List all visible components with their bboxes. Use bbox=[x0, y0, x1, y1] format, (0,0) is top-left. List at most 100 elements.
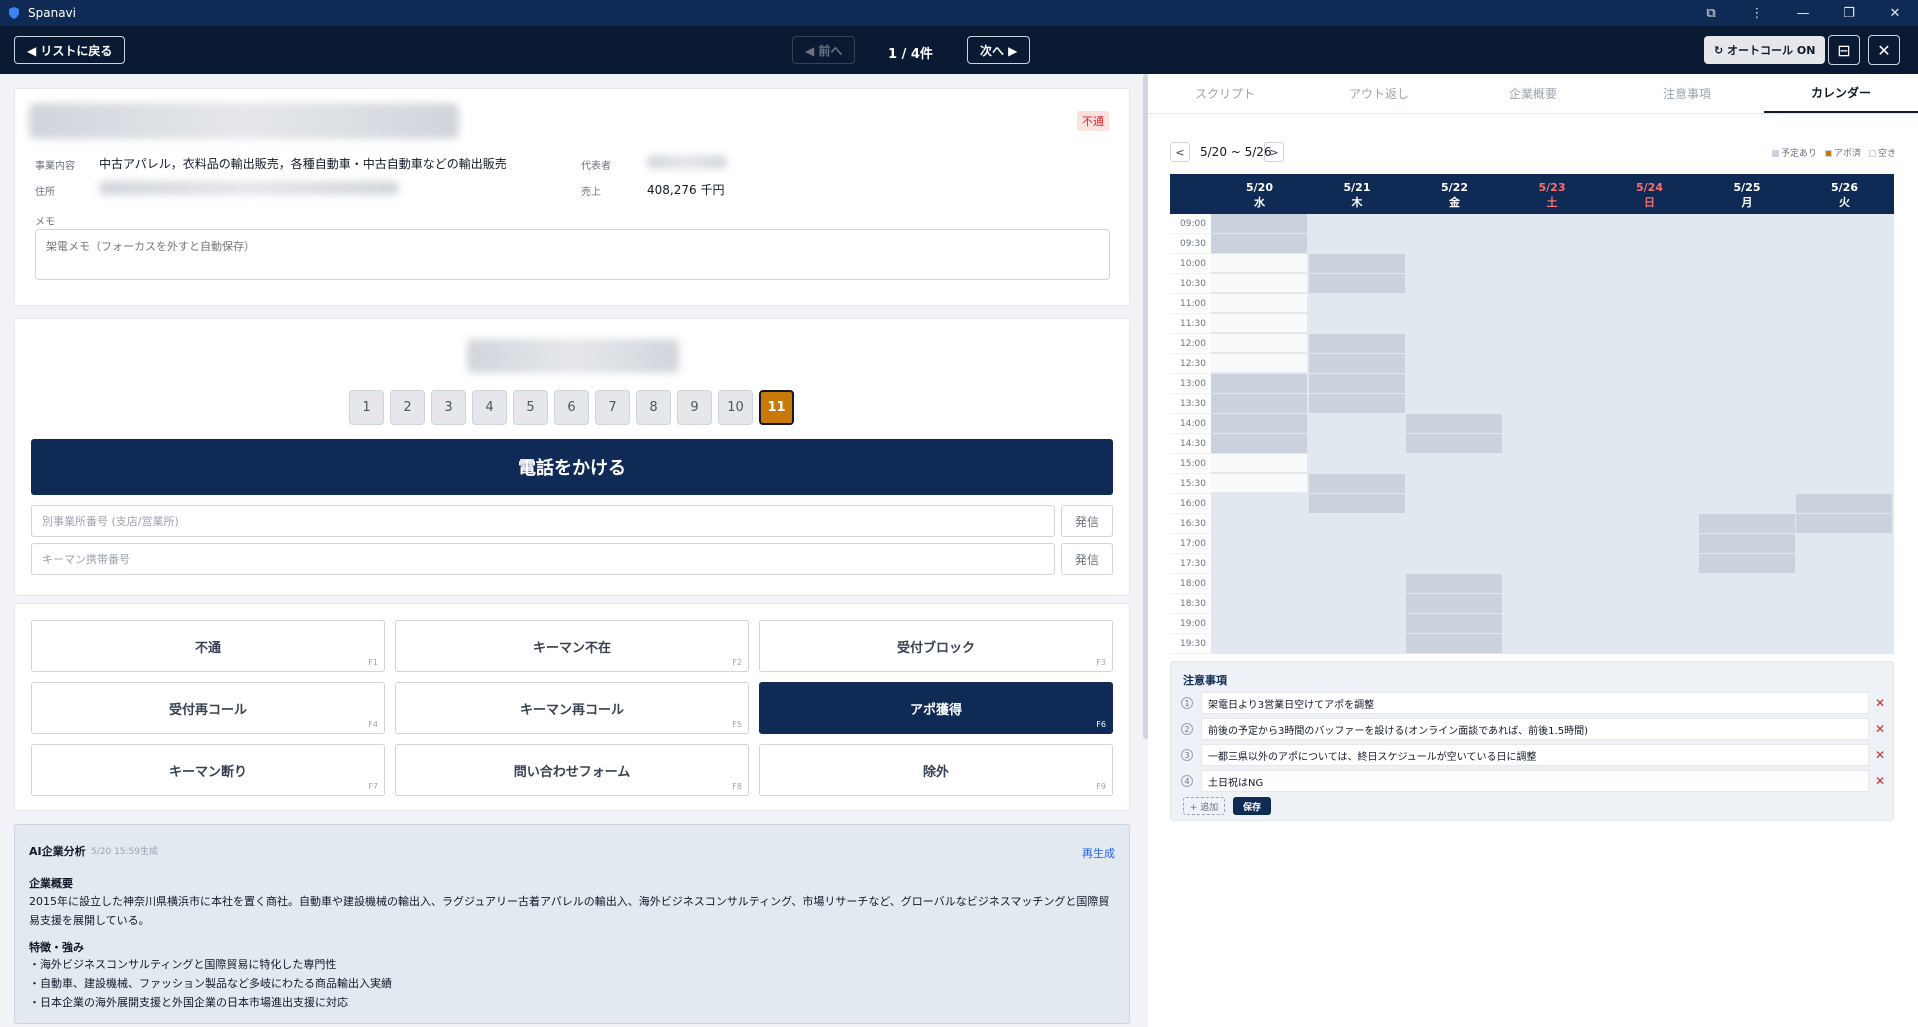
busy-slot[interactable] bbox=[1406, 614, 1502, 633]
busy-slot[interactable] bbox=[1698, 554, 1795, 573]
number-button-4[interactable]: 4 bbox=[472, 390, 507, 425]
busy-slot[interactable] bbox=[1796, 514, 1892, 533]
prev-button[interactable]: ◀ 前へ bbox=[792, 36, 856, 64]
free-slot[interactable] bbox=[1211, 334, 1307, 353]
busy-slot[interactable] bbox=[1406, 414, 1502, 433]
busy-slot[interactable] bbox=[1406, 634, 1502, 653]
result-button[interactable]: 受付ブロック F3 bbox=[759, 620, 1113, 672]
busy-slot[interactable] bbox=[1211, 374, 1307, 393]
number-button-9[interactable]: 9 bbox=[677, 390, 712, 425]
busy-slot[interactable] bbox=[1698, 514, 1795, 533]
extension-icon[interactable]: ⧉ bbox=[1688, 0, 1734, 26]
result-button[interactable]: アポ獲得 F6 bbox=[759, 682, 1113, 734]
prev-week-button[interactable]: < bbox=[1170, 142, 1190, 162]
back-to-list-button[interactable]: ◀ リストに戻る bbox=[14, 36, 126, 64]
note-text-field[interactable]: 土日祝はNG bbox=[1201, 770, 1869, 792]
save-notes-button[interactable]: 保存 bbox=[1233, 797, 1271, 815]
restore-button[interactable]: ❐ bbox=[1826, 0, 1872, 26]
delete-note-icon[interactable]: ✕ bbox=[1869, 748, 1885, 762]
number-button-5[interactable]: 5 bbox=[513, 390, 548, 425]
keyman-phone-input[interactable]: キーマン携帯番号 bbox=[31, 543, 1055, 575]
result-button[interactable]: キーマン再コール F5 bbox=[395, 682, 749, 734]
split-layout-icon[interactable]: ⊟ bbox=[1828, 35, 1860, 65]
memo-field[interactable] bbox=[35, 229, 1110, 280]
number-button-1[interactable]: 1 bbox=[349, 390, 384, 425]
delete-note-icon[interactable]: ✕ bbox=[1869, 696, 1885, 710]
tab-3[interactable]: 企業概要 bbox=[1456, 74, 1610, 113]
result-button[interactable]: 除外 F9 bbox=[759, 744, 1113, 796]
day-date: 5/26 bbox=[1831, 181, 1858, 194]
busy-slot[interactable] bbox=[1308, 394, 1405, 413]
result-button[interactable]: キーマン断り F7 bbox=[31, 744, 385, 796]
result-button[interactable]: 不通 F1 bbox=[31, 620, 385, 672]
keyman-dial-button[interactable]: 発信 bbox=[1061, 543, 1113, 575]
add-note-button[interactable]: + 追加 bbox=[1183, 797, 1225, 815]
day-weekday: 水 bbox=[1254, 196, 1265, 209]
note-text-field[interactable]: 一都三県以外のアポについては、終日スケジュールが空いている日に調整 bbox=[1201, 744, 1869, 766]
branch-phone-input[interactable]: 別事業所番号 (支店/営業所) bbox=[31, 505, 1055, 537]
free-slot[interactable] bbox=[1211, 274, 1307, 293]
branch-dial-button[interactable]: 発信 bbox=[1061, 505, 1113, 537]
legend-item: 予定あり bbox=[1771, 146, 1817, 159]
delete-note-icon[interactable]: ✕ bbox=[1869, 774, 1885, 788]
free-slot[interactable] bbox=[1211, 294, 1307, 313]
busy-slot[interactable] bbox=[1308, 494, 1405, 513]
free-slot[interactable] bbox=[1211, 474, 1307, 493]
busy-slot[interactable] bbox=[1308, 254, 1405, 273]
legend-label: 空き bbox=[1877, 149, 1896, 159]
note-text-field[interactable]: 架電日より3営業日空けてアポを調整 bbox=[1201, 692, 1869, 714]
busy-slot[interactable] bbox=[1698, 534, 1795, 553]
address-redacted bbox=[99, 181, 399, 195]
busy-slot[interactable] bbox=[1211, 434, 1307, 453]
busy-slot[interactable] bbox=[1308, 274, 1405, 293]
number-button-8[interactable]: 8 bbox=[636, 390, 671, 425]
free-slot[interactable] bbox=[1211, 314, 1307, 333]
minimize-button[interactable]: — bbox=[1780, 0, 1826, 26]
busy-slot[interactable] bbox=[1308, 374, 1405, 393]
delete-note-icon[interactable]: ✕ bbox=[1869, 722, 1885, 736]
tab-4[interactable]: 注意事項 bbox=[1610, 74, 1764, 113]
busy-slot[interactable] bbox=[1308, 334, 1405, 353]
close-icon[interactable]: ✕ bbox=[1868, 35, 1900, 65]
busy-slot[interactable] bbox=[1406, 574, 1502, 593]
result-button[interactable]: 受付再コール F4 bbox=[31, 682, 385, 734]
note-text-field[interactable]: 前後の予定から3時間のバッファーを設ける(オンライン面談であれば、前後1.5時間… bbox=[1201, 718, 1869, 740]
number-button-2[interactable]: 2 bbox=[390, 390, 425, 425]
call-button[interactable]: 電話をかける bbox=[31, 439, 1113, 495]
number-button-11[interactable]: 11 bbox=[759, 390, 794, 425]
number-button-6[interactable]: 6 bbox=[554, 390, 589, 425]
busy-slot[interactable] bbox=[1796, 494, 1892, 513]
busy-slot[interactable] bbox=[1211, 394, 1307, 413]
tab-2[interactable]: アウト返し bbox=[1302, 74, 1456, 113]
day-weekday: 月 bbox=[1741, 196, 1753, 209]
regenerate-link[interactable]: 再生成 bbox=[1082, 845, 1115, 861]
busy-slot[interactable] bbox=[1211, 214, 1307, 233]
next-button[interactable]: 次へ ▶ bbox=[967, 36, 1031, 64]
record-counter: 1 / 4件 bbox=[888, 47, 933, 62]
sales-label: 売上 bbox=[581, 187, 601, 198]
tab-1[interactable]: スクリプト bbox=[1148, 74, 1302, 113]
window-close-button[interactable]: ✕ bbox=[1872, 0, 1918, 26]
day-date: 5/25 bbox=[1733, 181, 1761, 194]
number-button-3[interactable]: 3 bbox=[431, 390, 466, 425]
busy-slot[interactable] bbox=[1211, 414, 1307, 433]
day-header: 5/25 月 bbox=[1699, 174, 1796, 214]
free-slot[interactable] bbox=[1211, 354, 1307, 373]
busy-slot[interactable] bbox=[1308, 354, 1405, 373]
more-menu-icon[interactable]: ⋮ bbox=[1734, 0, 1780, 26]
busy-slot[interactable] bbox=[1211, 234, 1307, 253]
autocall-toggle[interactable]: ↻ オートコール ON bbox=[1704, 36, 1826, 64]
busy-slot[interactable] bbox=[1406, 594, 1502, 613]
result-button[interactable]: キーマン不在 F2 bbox=[395, 620, 749, 672]
free-slot[interactable] bbox=[1211, 254, 1307, 273]
notes-card: 注意事項 + 追加 保存 1 架電日より3営業日空けてアポを調整 ✕ 2 前後の予定から… bbox=[1170, 661, 1894, 821]
tab-5[interactable]: カレンダー bbox=[1764, 74, 1918, 113]
tab-bar: スクリプト アウト返し 企業概要 注意事項 カレンダー bbox=[1148, 74, 1918, 114]
result-button[interactable]: 問い合わせフォーム F8 bbox=[395, 744, 749, 796]
number-button-10[interactable]: 10 bbox=[718, 390, 753, 425]
number-button-7[interactable]: 7 bbox=[595, 390, 630, 425]
next-week-button[interactable]: > bbox=[1264, 142, 1284, 162]
free-slot[interactable] bbox=[1211, 454, 1307, 473]
busy-slot[interactable] bbox=[1308, 474, 1405, 493]
busy-slot[interactable] bbox=[1406, 434, 1502, 453]
